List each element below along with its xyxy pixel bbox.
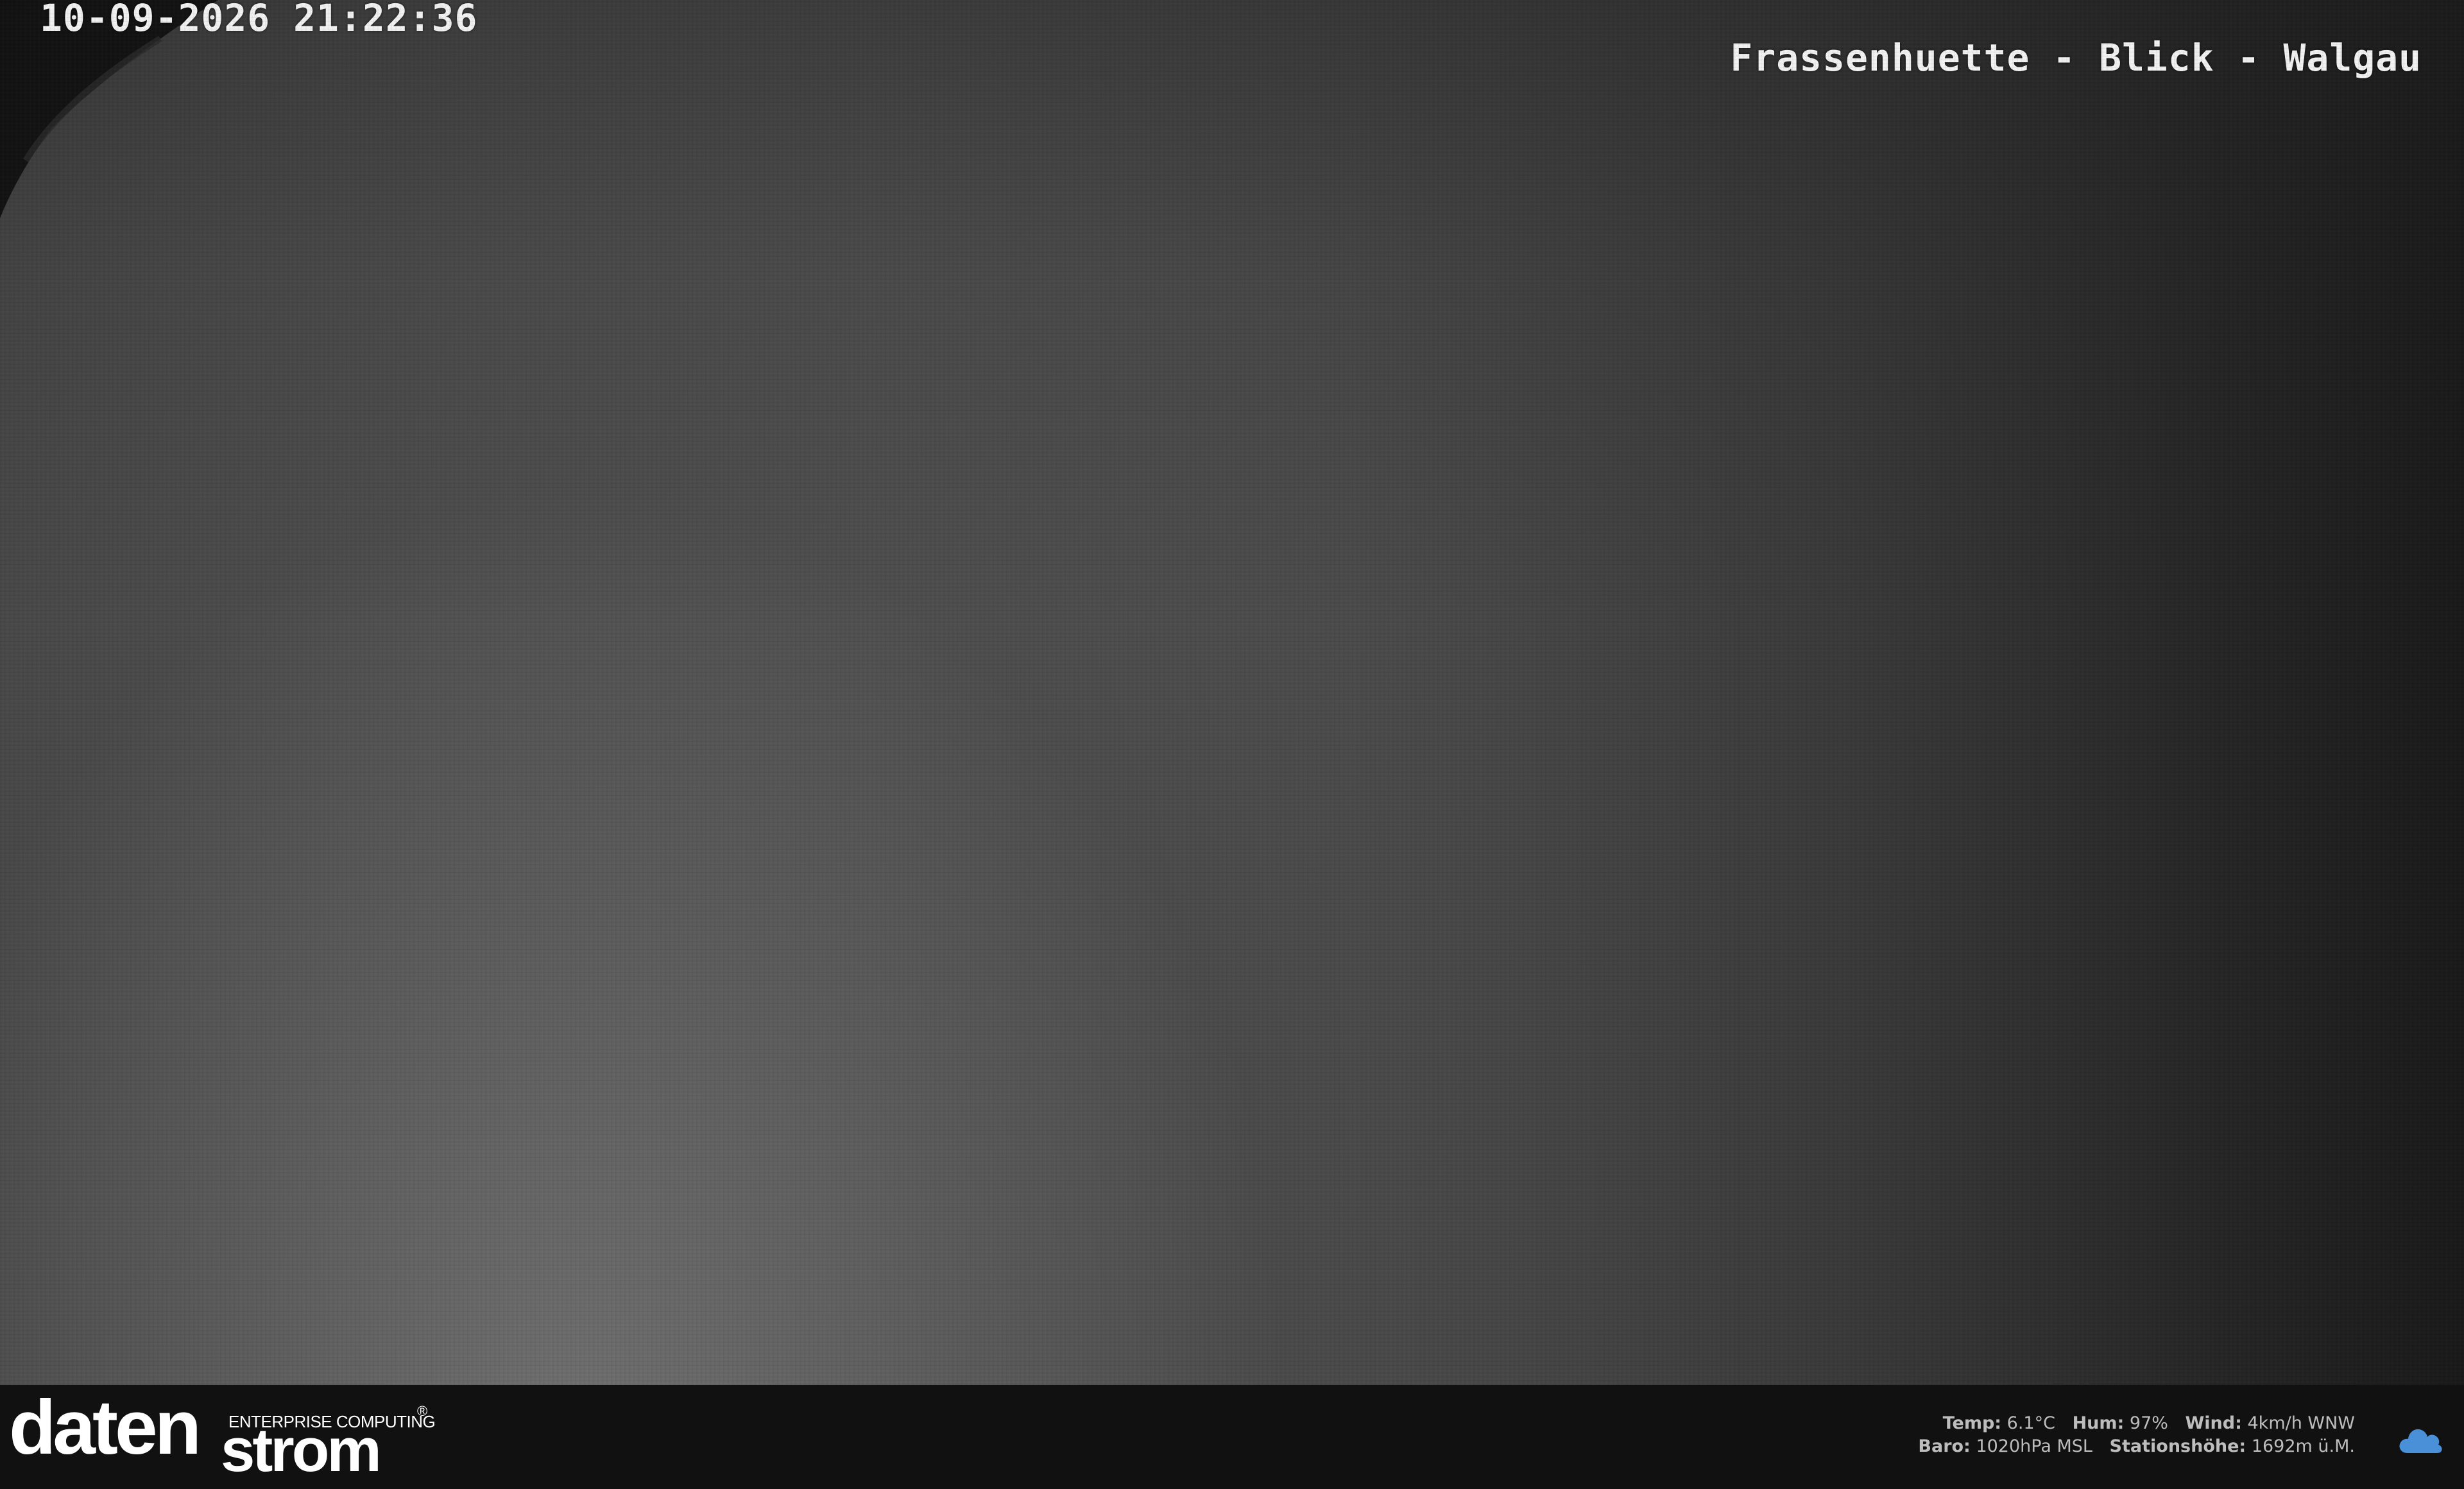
wind-label: Wind: [2185, 1413, 2242, 1433]
logo-registered-mark: ® [417, 1403, 428, 1419]
datenstrom-logo[interactable]: daten ENTERPRISE COMPUTING strom ® [9, 1389, 445, 1485]
logo-text-main: daten [9, 1384, 201, 1470]
station-height-label: Stationshöhe: [2109, 1436, 2246, 1456]
camera-timestamp: 10-09-2026 21:22:36 [40, 0, 478, 40]
weather-line-2: Baro: 1020hPa MSL Stationshöhe: 1692m ü.… [1918, 1435, 2355, 1458]
lens-edge-shadow [0, 0, 218, 218]
baro-label: Baro: [1918, 1436, 1971, 1456]
temp-value: 6.1°C [2006, 1413, 2055, 1433]
humidity-value: 97% [2129, 1413, 2168, 1433]
cloud-icon [2399, 1429, 2442, 1453]
webcam-image: 10-09-2026 21:22:36 Frassenhuette - Blic… [0, 0, 2464, 1385]
station-height-value: 1692m ü.M. [2251, 1436, 2355, 1456]
weather-info: Temp: 6.1°C Hum: 97% Wind: 4km/h WNW Bar… [1918, 1412, 2355, 1458]
baro-value: 1020hPa MSL [1976, 1436, 2092, 1456]
wind-value: 4km/h WNW [2247, 1413, 2356, 1433]
footer-bar: daten ENTERPRISE COMPUTING strom ® Temp:… [0, 1385, 2464, 1489]
weather-line-1: Temp: 6.1°C Hum: 97% Wind: 4km/h WNW [1918, 1412, 2355, 1435]
temp-label: Temp: [1942, 1413, 2002, 1433]
humidity-label: Hum: [2072, 1413, 2125, 1433]
camera-location-label: Frassenhuette - Blick - Walgau [1730, 36, 2422, 80]
logo-text-second: strom [221, 1416, 382, 1485]
